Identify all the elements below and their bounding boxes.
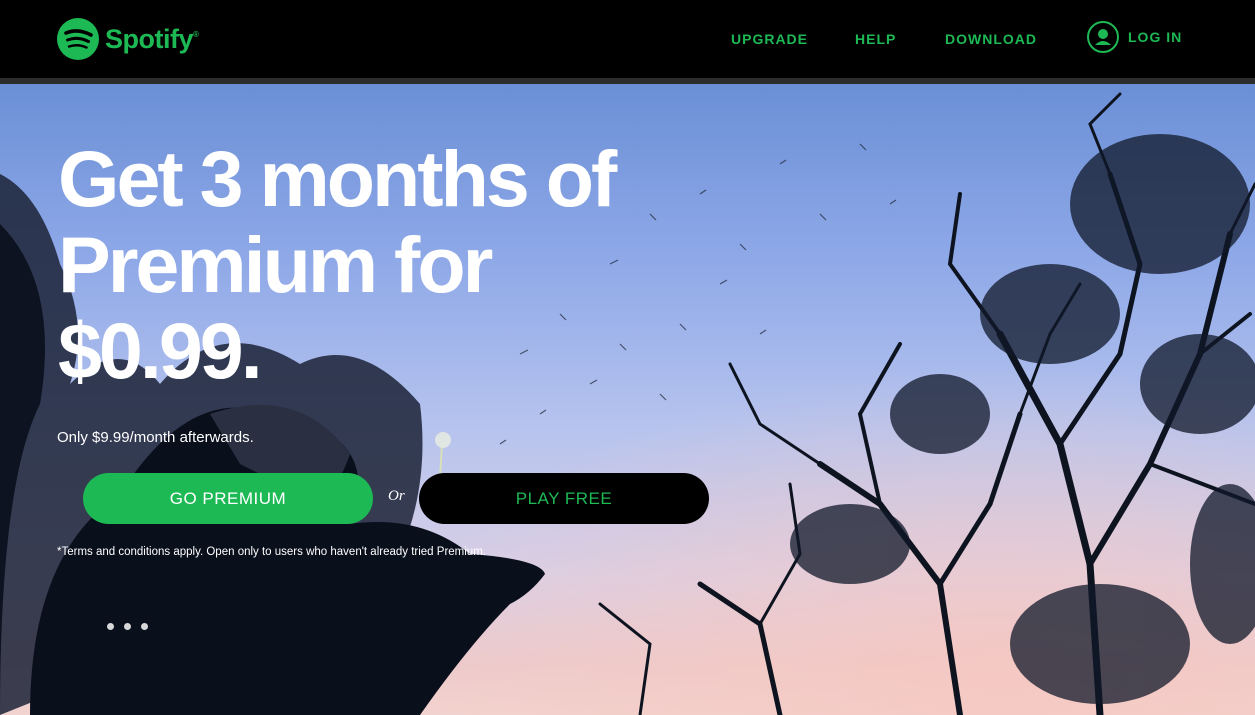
hero-headline-line-1: Get 3 months of	[58, 134, 617, 223]
nav-help-link[interactable]: HELP	[855, 31, 896, 47]
carousel-dot-3[interactable]	[141, 623, 148, 630]
spotify-logo-icon	[57, 18, 99, 60]
hero-headline-price: $0.99.	[58, 306, 263, 395]
or-separator: Or	[388, 488, 405, 504]
nav-download-link[interactable]: DOWNLOAD	[945, 31, 1037, 47]
carousel-dot-1[interactable]	[107, 623, 114, 630]
carousel-indicators	[107, 623, 148, 630]
carousel-dot-2[interactable]	[124, 623, 131, 630]
go-premium-button[interactable]: GO PREMIUM	[83, 473, 373, 524]
top-navigation-bar: Spotify® UPGRADE HELP DOWNLOAD LOG IN	[0, 0, 1255, 78]
spotify-wordmark: Spotify®	[105, 23, 199, 54]
terms-disclaimer: *Terms and conditions apply. Open only t…	[57, 546, 486, 558]
hero-headline-line-2: Premium for	[58, 220, 493, 309]
spotify-logo[interactable]: Spotify®	[57, 18, 199, 60]
user-icon	[1087, 21, 1119, 53]
play-free-button[interactable]: PLAY FREE	[419, 473, 709, 524]
login-button[interactable]: LOG IN	[1087, 21, 1182, 53]
nav-upgrade-link[interactable]: UPGRADE	[731, 31, 808, 47]
login-label: LOG IN	[1128, 29, 1183, 45]
hero-headline: Get 3 months of Premium for $0.99.	[58, 136, 698, 394]
hero-subline: Only $9.99/month afterwards.	[57, 429, 254, 446]
